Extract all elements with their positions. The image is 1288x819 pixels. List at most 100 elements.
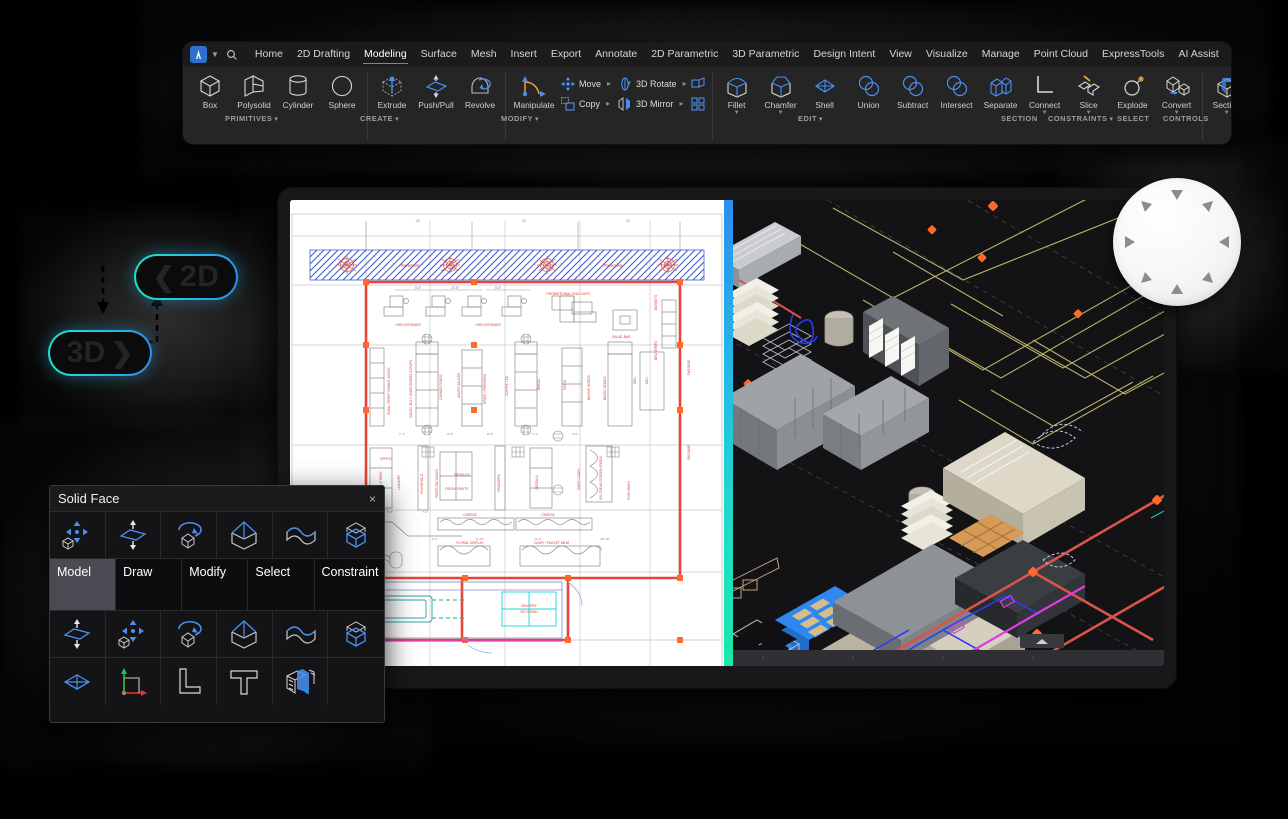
taper-face-button-2[interactable] [217, 611, 273, 658]
menu-item-manage[interactable]: Manage [975, 44, 1027, 65]
t-profile-button[interactable] [217, 658, 273, 705]
extrude-face-button-2[interactable] [272, 611, 329, 658]
viewport-3d-model[interactable] [733, 200, 1164, 666]
shell-solid-button[interactable] [50, 658, 106, 705]
cylinder-button[interactable]: Cylinder [276, 67, 320, 110]
switch-to-2d-button[interactable]: ❮ 2D [134, 254, 238, 300]
shell-icon [812, 72, 838, 98]
menu-item-2d-drafting[interactable]: 2D Drafting [290, 44, 357, 65]
union-button[interactable]: Union [847, 67, 891, 110]
view-navigation-wheel[interactable] [1113, 178, 1241, 306]
offset-face-button[interactable] [105, 512, 162, 559]
revolve-button[interactable]: Revolve [458, 67, 502, 110]
close-icon[interactable]: × [369, 492, 376, 506]
svg-text:PAPER PACKAGES: PAPER PACKAGES [435, 469, 439, 498]
fillet-icon [724, 72, 750, 98]
copy-label: Copy [579, 98, 601, 109]
menu-item-ai-assist[interactable]: AI Assist [1171, 44, 1225, 65]
menu-item-visualize[interactable]: Visualize [919, 44, 975, 65]
tab-draw[interactable]: Draw [116, 559, 183, 611]
move-button[interactable]: Move ▸ [560, 75, 611, 92]
chevron-down-icon[interactable]: ▾ [535, 116, 539, 123]
solid-face-icon-row-2 [50, 611, 385, 658]
move-face-icon [118, 620, 144, 649]
status-bar[interactable] [733, 650, 1164, 666]
intersect-button[interactable]: Intersect [935, 67, 979, 110]
copy-face-button[interactable] [328, 512, 385, 559]
rotate-face-button-2[interactable] [161, 611, 218, 658]
copy-dropdown-icon[interactable]: ▸ [606, 99, 610, 108]
offset-face-icon [119, 520, 147, 550]
box-button[interactable]: Box [188, 67, 232, 110]
pushpull-button[interactable]: Push/Pull [414, 67, 458, 110]
chevron-down-icon[interactable]: ▾ [819, 116, 823, 123]
taper-face-icon [231, 521, 257, 550]
solid-face-titlebar[interactable]: Solid Face × [50, 486, 384, 512]
panel-label-create: CREATE ▾ [360, 113, 400, 123]
menu-item-point-cloud[interactable]: Point Cloud [1027, 44, 1095, 65]
copy-face-icon [345, 522, 367, 549]
status-pill[interactable] [1020, 634, 1064, 648]
manipulate-button[interactable]: Manipulate [508, 67, 560, 110]
svg-text:5'-8": 5'-8" [387, 510, 393, 514]
mirror-3d-dropdown-icon[interactable]: ▸ [680, 99, 684, 108]
menu-item-surface[interactable]: Surface [414, 44, 464, 65]
svg-text:PRODUCE: PRODUCE [454, 473, 470, 477]
viewport-divider[interactable] [724, 200, 733, 666]
panel-label-primitives: PRIMITIVES ▾ [225, 113, 279, 123]
rotate3d-icon [617, 76, 632, 91]
search-icon[interactable] [226, 49, 238, 61]
move-face-button[interactable] [50, 512, 106, 559]
menu-item-modeling[interactable]: Modeling [357, 44, 414, 65]
search-glyph [226, 49, 237, 60]
menu-item-view[interactable]: View [882, 44, 919, 65]
imprint-face-button[interactable] [273, 658, 329, 705]
rotate-face-button[interactable] [161, 512, 218, 559]
rotate-3d-dropdown-icon[interactable]: ▸ [683, 79, 687, 88]
chevron-down-icon[interactable]: ▾ [395, 116, 399, 123]
rotate-3d-button[interactable]: 3D Rotate ▸ [617, 75, 687, 92]
menu-item-insert[interactable]: Insert [504, 44, 544, 65]
menu-item-home[interactable]: Home [248, 44, 290, 65]
menu-item-3d-parametric[interactable]: 3D Parametric [725, 44, 806, 65]
menu-item-design-intent[interactable]: Design Intent [806, 44, 882, 65]
copy-face-icon [345, 621, 367, 648]
menu-item-mesh[interactable]: Mesh [464, 44, 504, 65]
menu-item-2d-parametric[interactable]: 2D Parametric [644, 44, 725, 65]
svg-text:CANNED FOODS: CANNED FOODS [439, 374, 443, 400]
explode-button[interactable]: Explode [1111, 67, 1155, 110]
panel-label-section: SECTION [1001, 113, 1038, 123]
menu-item-annotate[interactable]: Annotate [588, 44, 644, 65]
polysolid-button[interactable]: Polysolid [232, 67, 276, 110]
tab-modify[interactable]: Modify [182, 559, 249, 611]
svg-text:LAUNDRY: LAUNDRY [397, 474, 401, 490]
app-menu-chevron-icon[interactable]: ▼ [211, 50, 219, 59]
move-face-button-2[interactable] [105, 611, 162, 658]
copy-face-button-2[interactable] [328, 611, 385, 658]
shell-button[interactable]: Shell [803, 67, 847, 110]
chevron-down-icon[interactable]: ▾ [1109, 116, 1113, 123]
ucs-axes-button[interactable] [106, 658, 162, 705]
extrude-button[interactable]: Extrude [370, 67, 414, 110]
l-profile-button[interactable] [161, 658, 218, 705]
tab-select[interactable]: Select [248, 559, 315, 611]
move-dropdown-icon[interactable]: ▸ [607, 79, 611, 88]
menu-item-expresstools[interactable]: ExpressTools [1095, 44, 1171, 65]
svg-text:3'-0": 3'-0" [447, 432, 453, 436]
offset-face-button-2[interactable] [50, 611, 106, 658]
app-logo-icon[interactable] [190, 46, 207, 63]
tab-constraint[interactable]: Constraint [314, 559, 384, 611]
align-button[interactable] [691, 75, 706, 92]
subtract-button[interactable]: Subtract [891, 67, 935, 110]
separate-button[interactable]: Separate [979, 67, 1023, 110]
extrude-face-button[interactable] [272, 512, 329, 559]
switch-to-3d-button[interactable]: 3D ❯ [48, 330, 152, 376]
align-icon [691, 76, 706, 91]
polysolid-icon [241, 72, 267, 98]
chevron-down-icon[interactable]: ▾ [274, 116, 278, 123]
menu-item-export[interactable]: Export [544, 44, 588, 65]
tab-model[interactable]: Model [50, 559, 117, 611]
svg-text:COFFEE TEA: COFFEE TEA [505, 375, 509, 396]
sphere-button[interactable]: Sphere [320, 67, 364, 110]
taper-face-button[interactable] [217, 512, 273, 559]
